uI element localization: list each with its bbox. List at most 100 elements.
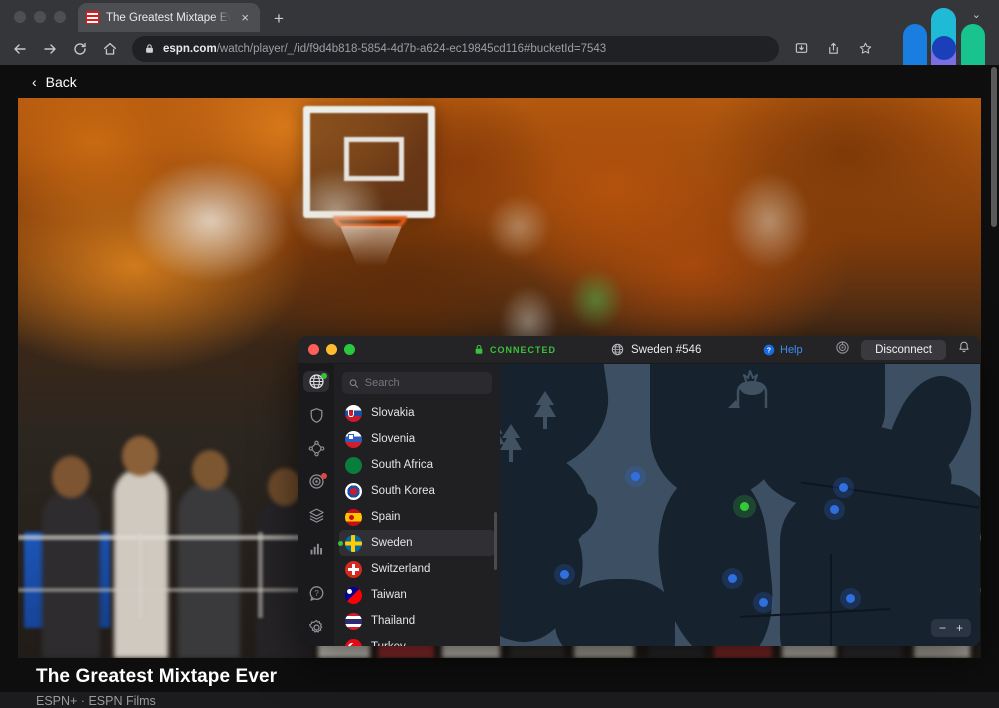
- country-list-item[interactable]: Taiwan: [339, 582, 495, 608]
- video-subtitle: ESPN+ · ESPN Films: [36, 694, 277, 708]
- search-box[interactable]: [342, 372, 492, 394]
- close-tab-button[interactable]: ×: [238, 9, 252, 26]
- zoom-out-button[interactable]: −: [935, 622, 950, 634]
- connected-indicator-dot: [321, 373, 327, 379]
- map-marker[interactable]: [631, 472, 640, 481]
- search-input[interactable]: [365, 377, 485, 389]
- help-link[interactable]: ? Help: [763, 344, 803, 356]
- country-flag-icon: [345, 483, 362, 500]
- zoom-in-button[interactable]: +: [952, 622, 967, 634]
- vpn-title-bar: CONNECTED Sweden #546 ? Help: [298, 336, 980, 364]
- window-traffic-lights[interactable]: [0, 11, 78, 32]
- share-icon[interactable]: [819, 35, 847, 63]
- country-flag-icon: [345, 405, 362, 422]
- sidebar-item-locations[interactable]: [303, 371, 329, 392]
- sidebar-item-statistics[interactable]: [303, 538, 329, 559]
- country-name: South Korea: [371, 485, 435, 497]
- country-name: Sweden: [371, 537, 413, 549]
- country-list-item[interactable]: Switzerland: [339, 556, 495, 582]
- country-list-item[interactable]: Thailand: [339, 608, 495, 634]
- home-button[interactable]: [96, 35, 124, 63]
- server-map[interactable]: − +: [500, 364, 980, 646]
- map-marker[interactable]: [839, 483, 848, 492]
- help-label: Help: [780, 344, 803, 356]
- country-name: Slovakia: [371, 407, 414, 419]
- country-list-item[interactable]: Slovakia: [339, 400, 495, 426]
- kill-switch-icon[interactable]: [835, 340, 850, 360]
- map-marker[interactable]: [560, 570, 569, 579]
- country-list-item[interactable]: Slovenia: [339, 426, 495, 452]
- map-marker[interactable]: [759, 598, 768, 607]
- alert-indicator-dot: [321, 473, 327, 479]
- page-scrollbar[interactable]: [991, 67, 997, 227]
- svg-text:?: ?: [314, 589, 319, 598]
- country-list-item[interactable]: Turkey: [339, 634, 495, 646]
- country-list[interactable]: Slovakia Slovenia South Africa South Korea S…: [334, 400, 500, 646]
- espn-favicon: [86, 11, 99, 24]
- reload-button[interactable]: [66, 35, 94, 63]
- question-circle-icon: ?: [308, 585, 325, 602]
- url-domain: espn.com: [163, 43, 217, 55]
- address-bar[interactable]: espn.com/watch/player/_/id/f9d4b818-5854…: [132, 36, 779, 62]
- back-label: Back: [46, 74, 77, 90]
- sidebar-item-help[interactable]: ?: [303, 583, 329, 604]
- country-name: South Africa: [371, 459, 433, 471]
- tree-illustration: [530, 389, 560, 433]
- vpn-traffic-lights[interactable]: [308, 344, 355, 355]
- map-zoom-controls[interactable]: − +: [931, 619, 971, 637]
- country-list-item[interactable]: South Africa: [339, 452, 495, 478]
- toolbar-actions: [787, 35, 989, 63]
- new-tab-button[interactable]: +: [274, 10, 284, 27]
- back-button[interactable]: [6, 35, 34, 63]
- lock-icon: [474, 344, 484, 355]
- url-path: /watch/player/_/id/f9d4b818-5854-4d7b-a6…: [217, 43, 607, 55]
- map-marker[interactable]: [846, 594, 855, 603]
- question-circle-icon: ?: [763, 344, 775, 356]
- close-window-button[interactable]: [14, 11, 26, 23]
- vpn-title-actions: Disconnect: [835, 340, 971, 360]
- bookmark-star-icon[interactable]: [851, 35, 879, 63]
- country-list-scrollbar[interactable]: [494, 512, 497, 570]
- country-flag-icon: [345, 457, 362, 474]
- bar-chart-icon: [308, 540, 325, 557]
- country-connected-dot: [338, 541, 343, 546]
- country-flag-icon: [345, 431, 362, 448]
- vpn-close-button[interactable]: [308, 344, 319, 355]
- browser-tab[interactable]: The Greatest Mixtape Ever (5/ ×: [78, 3, 260, 32]
- vpn-minimize-button[interactable]: [326, 344, 337, 355]
- country-flag-icon: [345, 561, 362, 578]
- map-marker[interactable]: [830, 505, 839, 514]
- install-icon[interactable]: [787, 35, 815, 63]
- map-marker[interactable]: [728, 574, 737, 583]
- map-marker-active[interactable]: [740, 502, 749, 511]
- country-list-item[interactable]: Sweden: [339, 530, 495, 556]
- status-badge: CONNECTED: [490, 345, 556, 355]
- vpn-maximize-button[interactable]: [344, 344, 355, 355]
- tab-title: The Greatest Mixtape Ever (5/: [106, 12, 231, 24]
- minimize-window-button[interactable]: [34, 11, 46, 23]
- current-server[interactable]: Sweden #546: [611, 343, 701, 356]
- back-navigation[interactable]: ‹ Back: [0, 65, 999, 98]
- disconnect-button[interactable]: Disconnect: [861, 340, 946, 360]
- address-bar-url: espn.com/watch/player/_/id/f9d4b818-5854…: [163, 43, 606, 55]
- globe-icon: [611, 343, 624, 356]
- vpn-sidebar: ?: [298, 364, 334, 646]
- reading-list-icon[interactable]: [929, 35, 957, 63]
- connection-status: CONNECTED: [474, 344, 556, 355]
- forward-button[interactable]: [36, 35, 64, 63]
- mesh-network-icon: [308, 440, 325, 457]
- tree-illustration: [500, 419, 508, 459]
- country-list-item[interactable]: South Korea: [339, 478, 495, 504]
- sidebar-item-settings[interactable]: [303, 617, 329, 638]
- maximize-window-button[interactable]: [54, 11, 66, 23]
- extensions-puzzle-icon[interactable]: [897, 35, 925, 63]
- bell-icon[interactable]: [957, 340, 971, 359]
- sidebar-item-mesh-network[interactable]: [303, 438, 329, 459]
- sidebar-item-security[interactable]: [303, 404, 329, 425]
- downloads-icon[interactable]: [961, 35, 989, 63]
- sidebar-item-file-storage[interactable]: [303, 505, 329, 526]
- chevron-down-icon[interactable]: ⌄: [972, 8, 981, 21]
- video-metadata: The Greatest Mixtape Ever ESPN+ · ESPN F…: [36, 666, 277, 708]
- sidebar-item-threat-protection[interactable]: [303, 471, 329, 492]
- country-list-item[interactable]: Spain: [339, 504, 495, 530]
